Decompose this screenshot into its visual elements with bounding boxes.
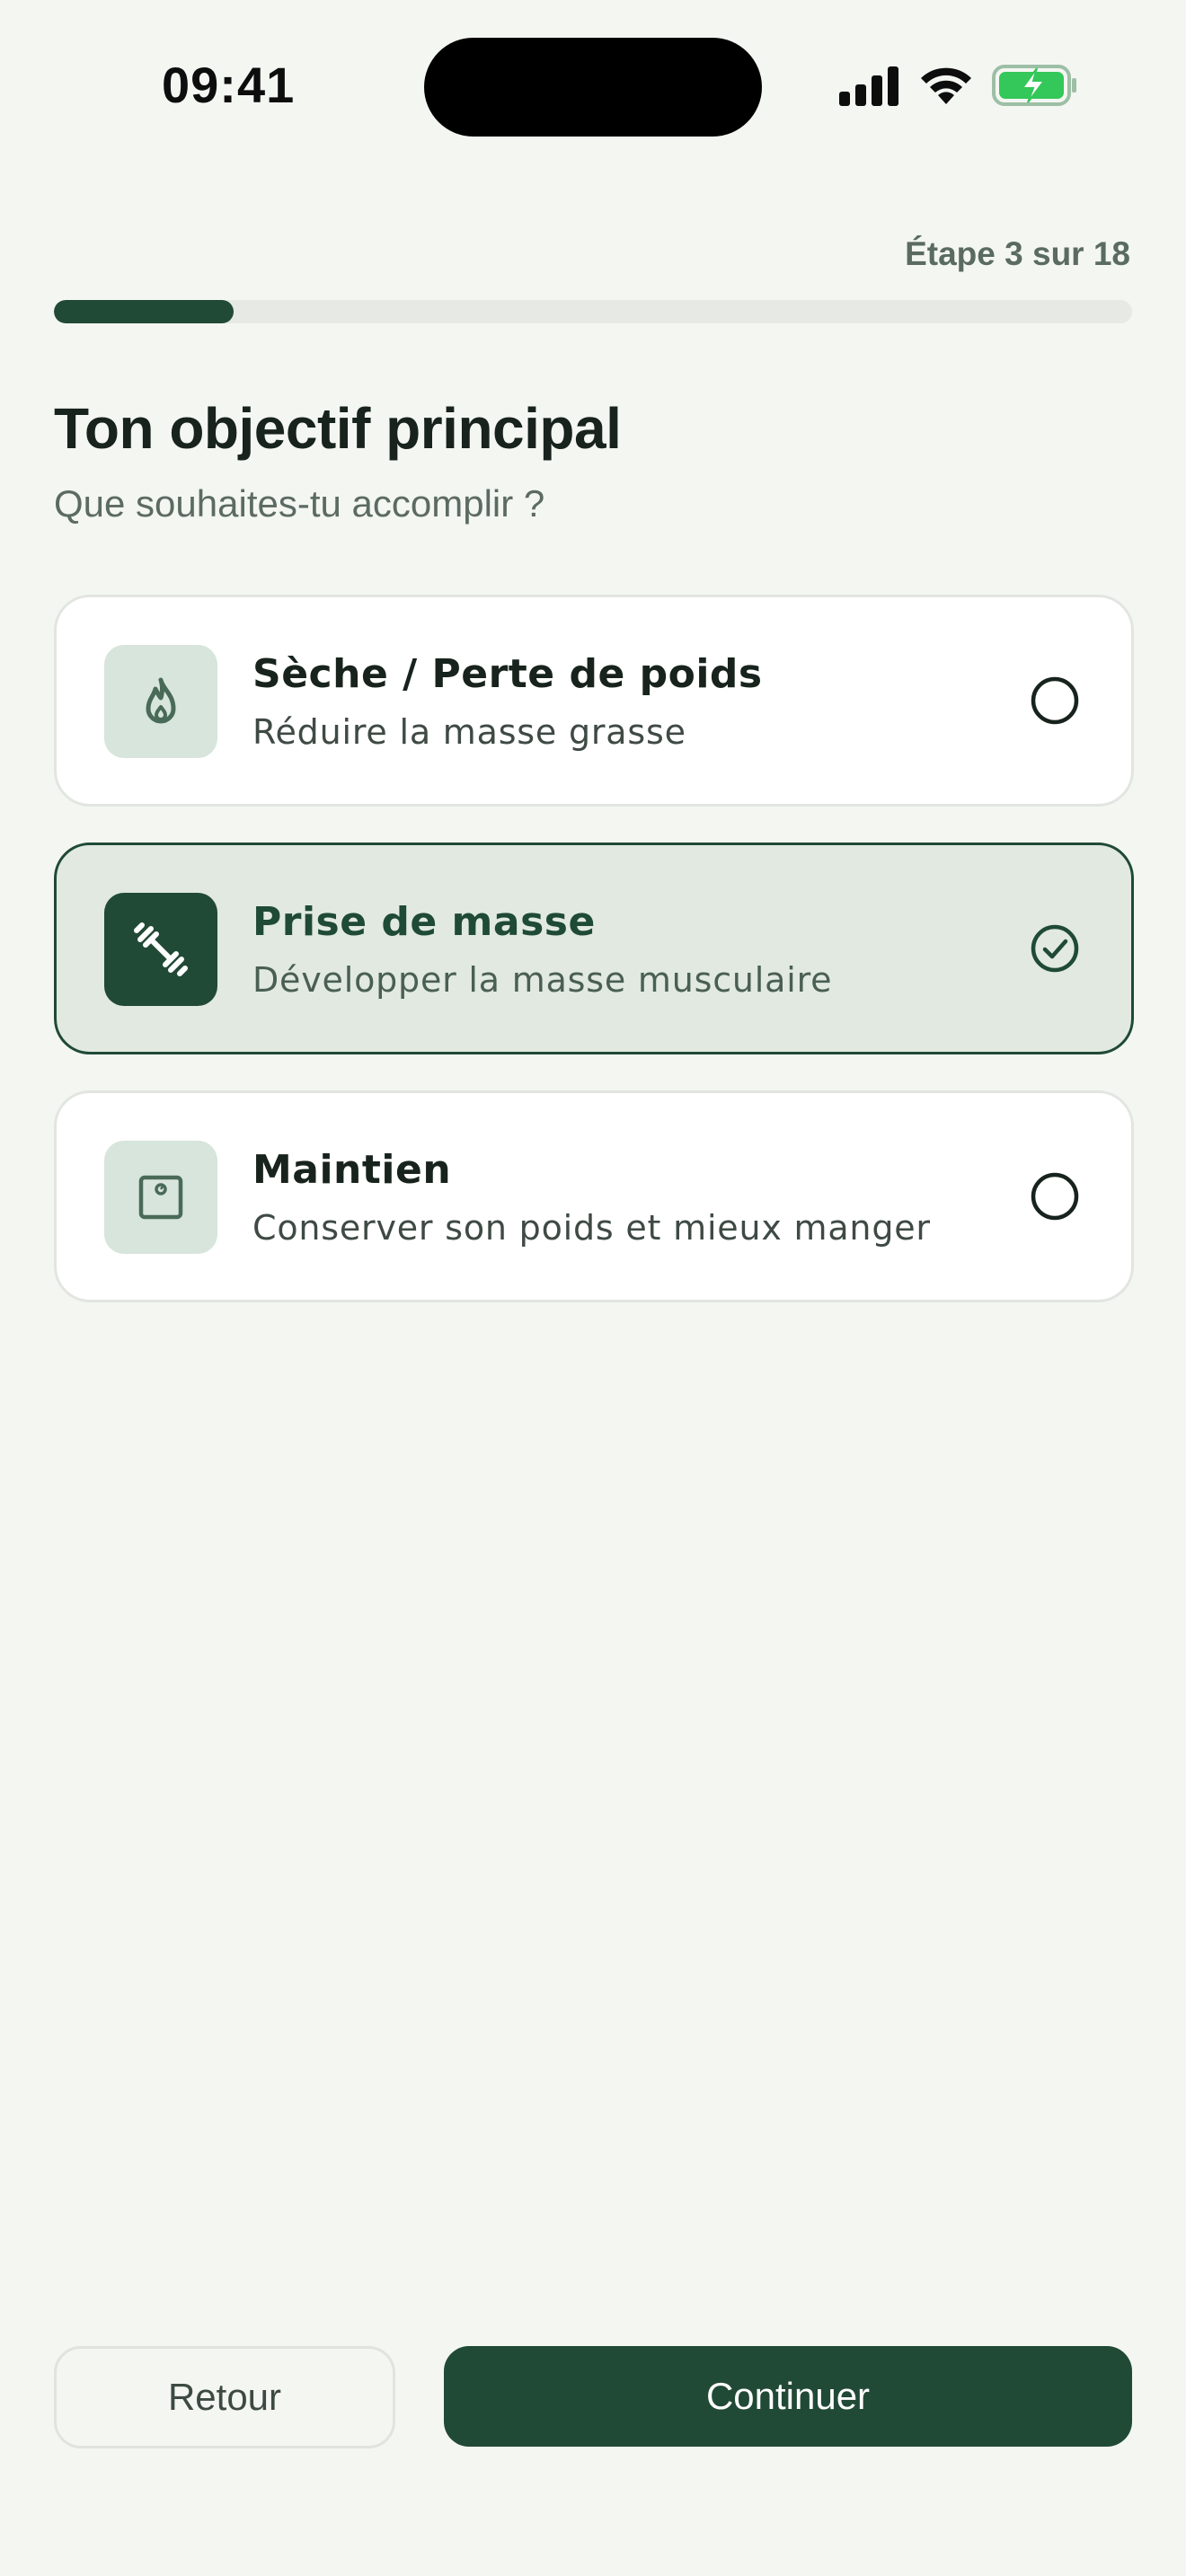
radio-unchecked-icon[interactable] — [1031, 676, 1079, 725]
signal-icon — [839, 66, 898, 106]
status-time: 09:41 — [162, 57, 296, 113]
option-title: Prise de masse — [252, 899, 596, 945]
option-icon-tile — [104, 893, 217, 1006]
status-bar: 09:41 — [0, 0, 1186, 171]
page-title: Ton objectif principal — [54, 396, 622, 461]
continue-button[interactable]: Continuer — [444, 2346, 1132, 2447]
step-label: Étape 3 sur 18 — [905, 235, 1130, 272]
option-description: Développer la masse musculaire — [252, 960, 833, 1000]
battery-charging-icon — [992, 65, 1076, 106]
option-card-maintain[interactable]: Maintien Conserver son poids et mieux ma… — [54, 1090, 1134, 1302]
option-description: Conserver son poids et mieux manger — [252, 1208, 931, 1248]
option-icon-tile — [104, 1141, 217, 1254]
dynamic-island — [424, 38, 762, 137]
scale-icon — [138, 1175, 183, 1220]
page-subtitle: Que souhaites-tu accomplir ? — [54, 482, 545, 525]
check-circle-icon[interactable] — [1031, 924, 1079, 973]
progress-bar — [54, 300, 1132, 323]
option-card-cut[interactable]: Sèche / Perte de poids Réduire la masse … — [54, 595, 1134, 807]
progress-fill — [54, 300, 234, 323]
option-title: Maintien — [252, 1147, 452, 1193]
flame-icon — [146, 677, 176, 724]
back-button[interactable]: Retour — [54, 2346, 395, 2448]
option-description: Réduire la masse grasse — [252, 712, 686, 752]
dumbbell-icon — [134, 922, 188, 976]
wifi-icon — [921, 67, 971, 104]
status-icons — [839, 63, 1082, 110]
radio-unchecked-icon[interactable] — [1031, 1172, 1079, 1221]
option-icon-tile — [104, 645, 217, 758]
option-title: Sèche / Perte de poids — [252, 651, 763, 697]
option-card-bulk[interactable]: Prise de masse Développer la masse muscu… — [54, 842, 1134, 1054]
